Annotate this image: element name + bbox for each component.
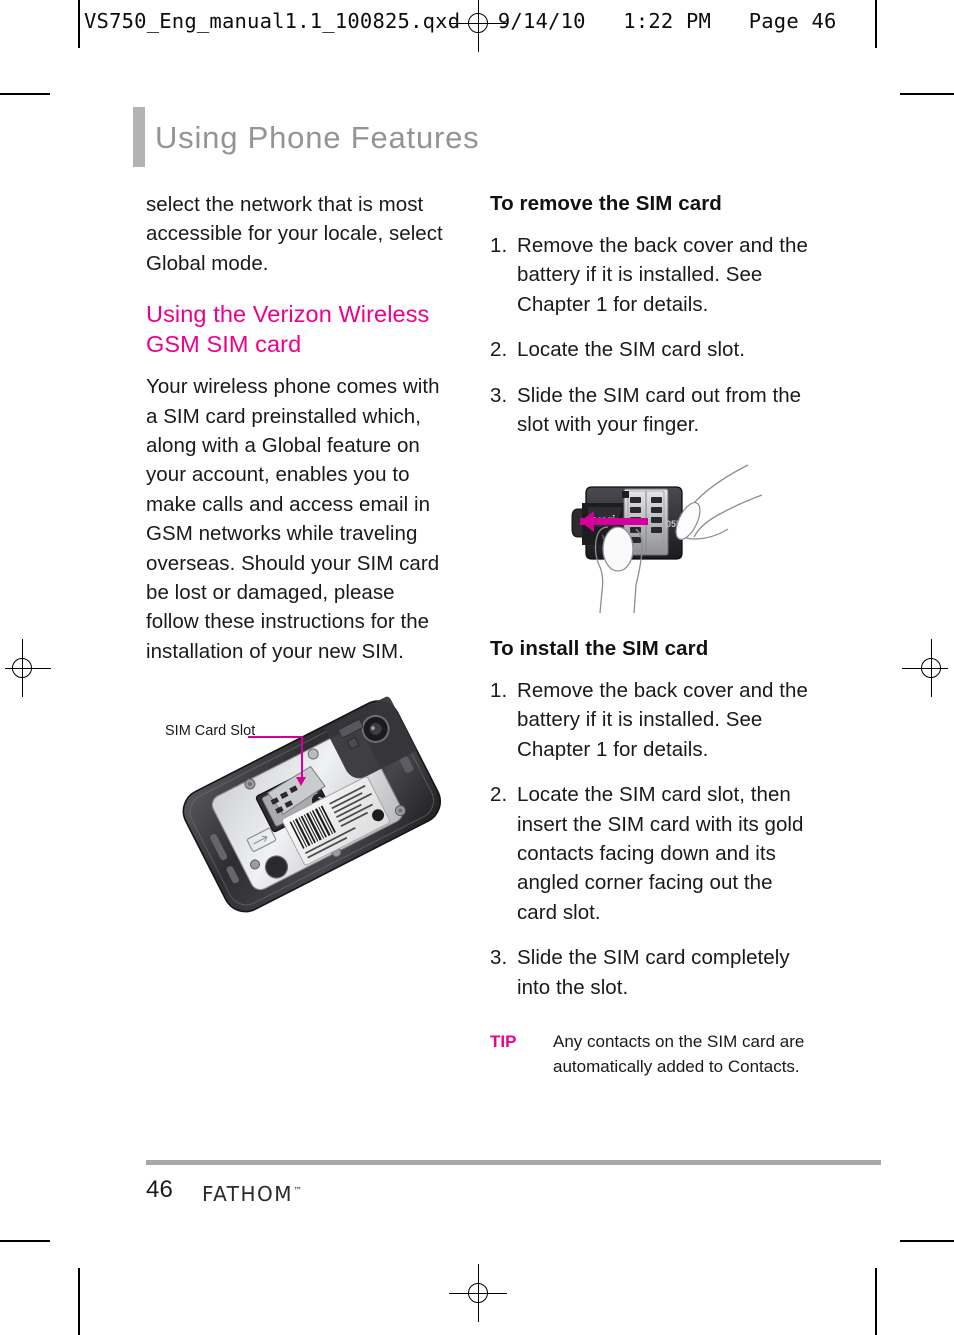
right-column: To remove the SIM card 1. Remove the bac…	[490, 190, 808, 455]
step-text: Remove the back cover and the battery if…	[517, 679, 808, 761]
steps-remove-sim-card: 1. Remove the back cover and the battery…	[490, 231, 808, 439]
trademark-symbol: ™	[293, 1186, 304, 1197]
callout-arrow-icon	[296, 777, 306, 786]
brand-name: FATHOM	[202, 1182, 294, 1206]
step-number: 3.	[490, 946, 508, 970]
manual-page: Using Phone Features select the network …	[0, 0, 954, 1335]
step-number: 2.	[490, 338, 508, 362]
step-item: 1. Remove the back cover and the battery…	[490, 676, 808, 764]
section-heading-gsm-sim: Using the Verizon Wireless GSM SIM card	[146, 301, 430, 357]
continued-paragraph: select the network that is most accessib…	[146, 193, 443, 275]
sim-intro-paragraph: Your wireless phone comes with a SIM car…	[146, 375, 440, 663]
heading-to-remove-sim-card: To remove the SIM card	[490, 192, 722, 215]
right-column-install: To install the SIM card 1. Remove the ba…	[490, 635, 808, 1018]
tip-block: TIP Any contacts on the SIM card are aut…	[490, 1030, 820, 1079]
heading-to-install-sim-card: To install the SIM card	[490, 637, 709, 660]
step-item: 1. Remove the back cover and the battery…	[490, 231, 808, 319]
step-number: 2.	[490, 783, 508, 807]
step-text: Slide the SIM card out from the slot wit…	[517, 383, 802, 437]
step-number: 1.	[490, 234, 508, 257]
callout-label-sim-card-slot: SIM Card Slot	[165, 723, 256, 739]
chapter-title: Using Phone Features	[155, 120, 480, 155]
tip-text: Any contacts on the SIM card are automat…	[553, 1032, 805, 1076]
step-text: Remove the back cover and the battery if…	[517, 234, 808, 316]
page-number: 46	[146, 1176, 174, 1203]
callout-leader-vertical	[301, 736, 303, 781]
figure-phone-back-cover-removed: SIM Card Slot	[160, 655, 460, 955]
step-item: 3. Slide the SIM card completely into th…	[490, 943, 808, 1002]
footer-rule	[146, 1160, 881, 1165]
chapter-accent-bar	[133, 107, 145, 167]
figure-sim-slide-out-with-finger: veri v ne 055	[490, 445, 810, 620]
callout-leader-horizontal	[248, 736, 303, 738]
step-number: 3.	[490, 383, 508, 407]
brand-logo: FATHOM™	[202, 1182, 304, 1206]
step-item: 2. Locate the SIM card slot.	[490, 335, 808, 364]
sim-slot-illustration-svg: veri v ne 055	[571, 464, 763, 614]
tip-label: TIP	[490, 1032, 517, 1051]
steps-install-sim-card: 1. Remove the back cover and the battery…	[490, 676, 808, 1002]
phone-illustration-svg	[182, 696, 442, 913]
step-item: 2. Locate the SIM card slot, then insert…	[490, 780, 808, 927]
step-item: 3. Slide the SIM card out from the slot …	[490, 381, 808, 440]
step-text: Locate the SIM card slot, then insert th…	[517, 783, 804, 924]
step-text: Locate the SIM card slot.	[517, 338, 746, 362]
left-column: select the network that is most accessib…	[146, 190, 451, 666]
step-text: Slide the SIM card completely into the s…	[517, 946, 790, 999]
step-number: 1.	[490, 679, 508, 702]
